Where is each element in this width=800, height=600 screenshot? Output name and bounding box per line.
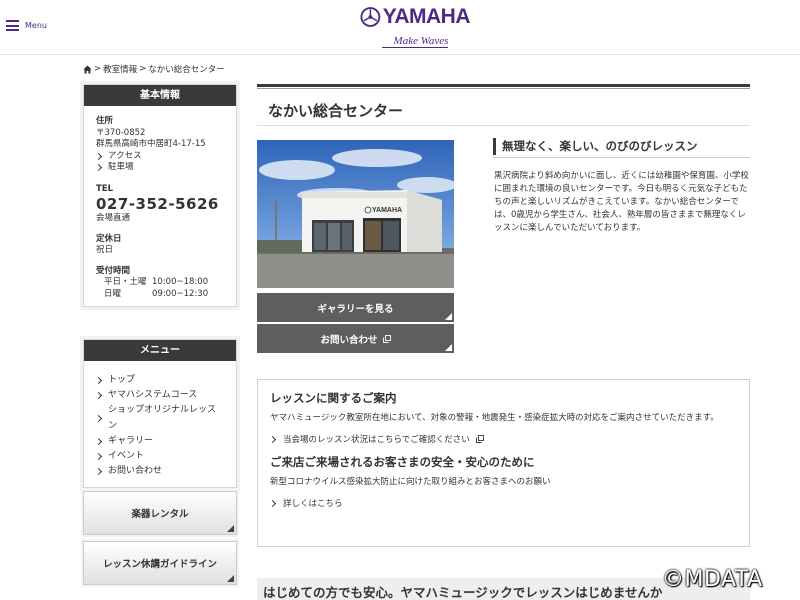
side-menu-item-top[interactable]: トップ — [94, 373, 224, 388]
side-menu-item-label: ギャラリー — [108, 435, 154, 446]
center-description: 黒沢病院より斜め向かいに面し、近くには幼稚園や保育園、小学校に囲まれた環境の良い… — [494, 171, 749, 233]
gallery-button[interactable]: ギャラリーを見る — [257, 293, 454, 322]
hours-time: 10:00~18:00 — [152, 277, 209, 287]
side-menu-item-contact[interactable]: お問い合わせ — [94, 464, 224, 479]
contact-button-label: お問い合わせ — [320, 334, 378, 346]
hours-label: 受付時間 — [96, 265, 131, 276]
side-menu-item-original-lesson[interactable]: ショップオリジナルレッスン — [94, 403, 224, 433]
hours-row: 日曜 09:00~12:30 — [96, 289, 224, 301]
hours-day: 平日・土曜 — [104, 277, 147, 287]
basic-info-panel: 基本情報 住所 〒370-0852 群馬県高崎市中居町4-17-15 アクセス … — [83, 84, 237, 307]
chevron-right-icon — [268, 499, 277, 507]
hours-day: 日曜 — [104, 288, 122, 299]
divider — [493, 157, 750, 158]
instrument-rental-label: 楽器レンタル — [131, 509, 189, 520]
menu-button[interactable]: Menu — [6, 20, 47, 31]
breadcrumb-separator: > — [94, 64, 102, 74]
notice-heading-safety: ご来店ご来場されるお客さまの安全・安心のために — [270, 455, 535, 469]
intro-banner-text: はじめての方でも安心。ヤマハミュージックでレッスンはじめませんか — [263, 585, 663, 600]
gallery-button-label: ギャラリーを見る — [317, 303, 394, 315]
side-menu-item-event[interactable]: イベント — [94, 449, 224, 464]
svg-text:YAMAHA: YAMAHA — [372, 207, 402, 214]
corner-arrow-icon — [227, 575, 234, 582]
lesson-status-link[interactable]: 当会場のレッスン状況はこちらでご確認ください — [268, 433, 737, 445]
side-menu-heading: メニュー — [84, 340, 236, 361]
access-link[interactable]: アクセス — [94, 150, 224, 163]
side-menu-item-label: トップ — [108, 375, 136, 385]
side-menu-item-label: ヤマハシステムコース — [108, 390, 198, 401]
side-menu-item-label: お問い合わせ — [108, 466, 163, 477]
breadcrumb-item-classroom-info[interactable]: 教室情報 — [103, 63, 137, 75]
hours-time: 09:00~12:30 — [152, 288, 209, 299]
chevron-right-icon — [94, 164, 103, 172]
section-subheading: 無理なく、楽しい、のびのびレッスン — [493, 138, 750, 155]
contact-button[interactable]: お問い合わせ — [257, 324, 454, 353]
corner-arrow-icon — [445, 344, 452, 351]
side-menu-item-label: イベント — [108, 451, 145, 462]
tel-number[interactable]: 027-352-5626 — [96, 195, 224, 213]
divider — [257, 125, 750, 126]
hours-row: 平日・土曜 10:00~18:00 — [96, 277, 224, 289]
hamburger-icon — [6, 20, 19, 31]
external-link-icon — [382, 334, 391, 343]
chevron-right-icon — [268, 435, 277, 443]
lesson-cancellation-guideline-label: レッスン休講ガイドライン — [102, 559, 217, 570]
breadcrumb-item-current: なかい総合センター — [148, 65, 225, 75]
side-menu-item-gallery[interactable]: ギャラリー — [94, 434, 224, 449]
lesson-status-link-label: 当会場のレッスン状況はこちらでご確認ください — [283, 435, 470, 445]
side-menu-item-system-course[interactable]: ヤマハシステムコース — [94, 388, 224, 403]
parking-link-label: 駐車場 — [108, 162, 134, 172]
chevron-right-icon — [94, 453, 103, 461]
tel-note: 会場直通 — [96, 213, 131, 223]
basic-info-heading: 基本情報 — [84, 85, 236, 106]
side-menu-item-label: ショップオリジナルレッスン — [107, 405, 216, 431]
lesson-notice-box: レッスンに関するご案内 ヤマハミュージック教室所在地において、対象の警報・地震発… — [257, 379, 750, 547]
corner-arrow-icon — [445, 313, 452, 320]
site-header: Menu YAMAHA Make Waves — [0, 0, 800, 55]
breadcrumb: > 教室情報 > なかい総合センター — [83, 63, 225, 75]
parking-link[interactable]: 駐車場 — [94, 162, 224, 174]
notice-text-lesson: ヤマハミュージック教室所在地において、対象の警報・地震発生・感染症拡大時の対応を… — [270, 413, 719, 423]
chevron-right-icon — [94, 377, 103, 385]
yamaha-logo[interactable]: YAMAHA Make Waves — [360, 5, 471, 48]
tel-label: TEL — [96, 183, 114, 194]
notice-heading-lesson: レッスンに関するご案内 — [270, 391, 397, 405]
safety-details-link-label: 詳しくはこちら — [283, 499, 343, 509]
title-rule — [257, 84, 750, 87]
notice-text-safety: 新型コロナウイルス感染拡大防止に向けた取り組みとお客さまへのお願い — [270, 477, 551, 487]
chevron-right-icon — [94, 392, 103, 400]
side-menu-panel: メニュー トップ ヤマハシステムコース ショップオリジナルレッスン ギャラリー … — [83, 339, 237, 489]
center-building-photo: YAMAHA — [257, 140, 454, 288]
address-text: 群馬県高崎市中居町4-17-15 — [96, 139, 206, 149]
home-icon[interactable] — [83, 64, 92, 74]
tuning-fork-emblem-icon — [360, 7, 381, 27]
chevron-right-icon — [94, 468, 103, 476]
title-rule — [257, 88, 750, 89]
closed-days-label: 定休日 — [96, 233, 122, 244]
logo-wordmark: YAMAHA — [382, 5, 471, 28]
breadcrumb-separator: > — [139, 64, 147, 74]
chevron-right-icon — [94, 152, 103, 160]
postal-code: 〒370-0852 — [96, 127, 146, 138]
instrument-rental-button[interactable]: 楽器レンタル — [83, 491, 237, 535]
closed-days-value: 祝日 — [96, 245, 114, 255]
lesson-cancellation-guideline-button[interactable]: レッスン休講ガイドライン — [83, 541, 237, 585]
logo-tagline: Make Waves — [381, 35, 449, 48]
corner-arrow-icon — [227, 525, 234, 532]
menu-label: Menu — [25, 21, 47, 30]
chevron-right-icon — [94, 415, 103, 423]
address-label: 住所 — [96, 116, 114, 126]
page-title: なかい総合センター — [268, 102, 404, 120]
access-link-label: アクセス — [108, 150, 142, 161]
external-link-icon — [475, 435, 484, 443]
safety-details-link[interactable]: 詳しくはこちら — [268, 497, 737, 509]
chevron-right-icon — [94, 437, 103, 445]
watermark: ©MDATA — [662, 567, 763, 592]
